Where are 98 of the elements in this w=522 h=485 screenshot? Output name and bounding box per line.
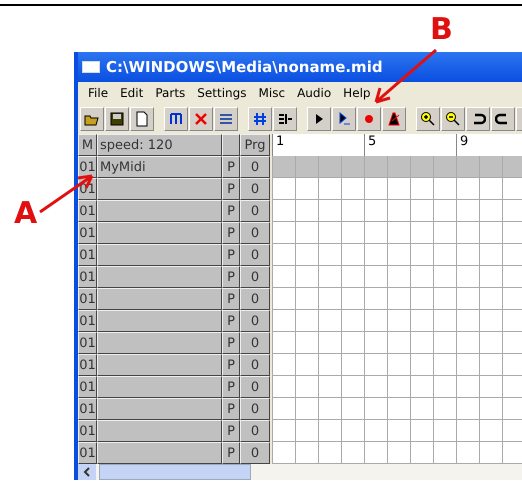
program-cell[interactable]: 0: [240, 332, 270, 354]
zoom-out-icon: [445, 111, 461, 127]
speed-label: speed: 120: [97, 134, 222, 156]
program-cell[interactable]: 0: [240, 398, 270, 420]
channel-cell[interactable]: 01: [78, 200, 97, 222]
notes-icon: [168, 111, 184, 127]
toolbar-button[interactable]: [382, 107, 406, 131]
mode-cell[interactable]: P: [222, 354, 240, 376]
program-cell[interactable]: 0: [240, 266, 270, 288]
toolbar-button[interactable]: [273, 107, 297, 131]
toolbar-button[interactable]: [441, 107, 465, 131]
program-cell[interactable]: 0: [240, 376, 270, 398]
mode-cell[interactable]: P: [222, 310, 240, 332]
column-header: [222, 134, 240, 156]
channel-cell[interactable]: 01: [78, 266, 97, 288]
channel-cell[interactable]: 01: [78, 420, 97, 442]
mode-cell[interactable]: P: [222, 178, 240, 200]
track-grid[interactable]: [272, 398, 522, 420]
toolbar-button[interactable]: [466, 107, 490, 131]
toolbar-button[interactable]: [491, 107, 515, 131]
program-cell[interactable]: 0: [240, 420, 270, 442]
channel-cell[interactable]: 01: [78, 310, 97, 332]
track-name-cell[interactable]: MyMidi: [97, 156, 222, 178]
track-grid[interactable]: [272, 332, 522, 354]
menu-item[interactable]: File: [82, 86, 114, 100]
toolbar-button[interactable]: [164, 107, 188, 131]
toolbar-button[interactable]: [332, 107, 356, 131]
menu-item[interactable]: Misc: [252, 86, 292, 100]
annotation-label: B: [430, 12, 453, 47]
toolbar-button[interactable]: [130, 107, 154, 131]
mode-cell[interactable]: P: [222, 222, 240, 244]
annotation-label: A: [14, 196, 38, 231]
mode-cell[interactable]: P: [222, 442, 240, 464]
track-grid[interactable]: [272, 244, 522, 266]
chevron-left-icon: [83, 467, 91, 477]
metronome-icon: [386, 111, 402, 127]
track-grid[interactable]: [272, 200, 522, 222]
track-grid[interactable]: [272, 442, 522, 464]
program-cell[interactable]: 0: [240, 442, 270, 464]
toolbar-button[interactable]: [416, 107, 440, 131]
program-cell[interactable]: 0: [240, 178, 270, 200]
mode-cell[interactable]: P: [222, 332, 240, 354]
program-cell[interactable]: 0: [240, 156, 270, 178]
column-header: Prg: [240, 134, 270, 156]
track-grid[interactable]: [272, 178, 522, 200]
track-grid[interactable]: [272, 266, 522, 288]
numbers-icon: [218, 111, 234, 127]
scroll-left-button[interactable]: [78, 464, 96, 480]
program-cell[interactable]: 0: [240, 354, 270, 376]
scrollbar-thumb[interactable]: [99, 464, 251, 480]
column-header: M: [78, 134, 97, 156]
channel-cell[interactable]: 01: [78, 332, 97, 354]
toolbar-button[interactable]: [214, 107, 238, 131]
track-grid[interactable]: [272, 354, 522, 376]
mode-cell[interactable]: P: [222, 398, 240, 420]
track-grid[interactable]: [272, 156, 522, 178]
window-icon: [82, 61, 100, 73]
program-cell[interactable]: 0: [240, 288, 270, 310]
mode-cell[interactable]: P: [222, 156, 240, 178]
save-icon: [109, 111, 125, 127]
track-grid[interactable]: [272, 420, 522, 442]
channel-cell[interactable]: 01: [78, 354, 97, 376]
toolbar-button[interactable]: [248, 107, 272, 131]
channel-cell[interactable]: 01: [78, 244, 97, 266]
track-grid[interactable]: [272, 376, 522, 398]
mode-cell[interactable]: P: [222, 376, 240, 398]
channel-cell[interactable]: 01: [78, 376, 97, 398]
track-grid[interactable]: [272, 288, 522, 310]
channel-cell[interactable]: 01: [78, 288, 97, 310]
channel-cell[interactable]: 01: [78, 156, 97, 178]
mode-cell[interactable]: P: [222, 420, 240, 442]
toolbar-button[interactable]: [80, 107, 104, 131]
program-cell[interactable]: 0: [240, 200, 270, 222]
menu-item[interactable]: Audio: [291, 86, 338, 100]
channel-cell[interactable]: 01: [78, 398, 97, 420]
delete-x-icon: [193, 111, 209, 127]
track-grid[interactable]: [272, 222, 522, 244]
toolbar-button[interactable]: [105, 107, 129, 131]
menu-item[interactable]: Settings: [191, 86, 253, 100]
mode-cell[interactable]: P: [222, 244, 240, 266]
bars-icon: [252, 111, 268, 127]
channel-cell[interactable]: 01: [78, 442, 97, 464]
window-title: C:\WINDOWS\Media\noname.mid: [106, 58, 383, 76]
program-cell[interactable]: 0: [240, 244, 270, 266]
mode-cell[interactable]: P: [222, 200, 240, 222]
track-grid[interactable]: [272, 310, 522, 332]
channel-cell[interactable]: 01: [78, 222, 97, 244]
mode-cell[interactable]: P: [222, 288, 240, 310]
program-cell[interactable]: 0: [240, 310, 270, 332]
program-cell[interactable]: 0: [240, 222, 270, 244]
menu-item[interactable]: Help: [337, 86, 377, 100]
mode-cell[interactable]: P: [222, 266, 240, 288]
zoom-in-icon: [420, 111, 436, 127]
menu-item[interactable]: Parts: [149, 86, 192, 100]
toolbar-button[interactable]: [307, 107, 331, 131]
list-icon: [277, 111, 293, 127]
menu-item[interactable]: Edit: [114, 86, 150, 100]
new-page-icon: [134, 111, 150, 127]
